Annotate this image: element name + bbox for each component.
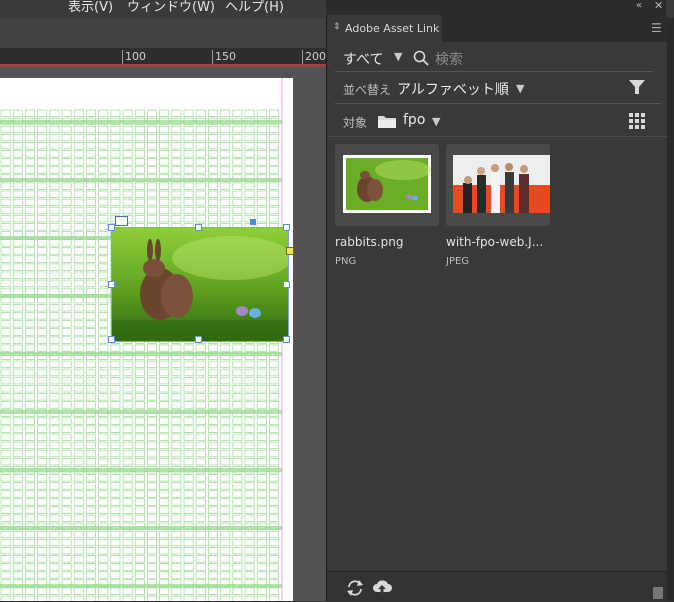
panel-tab[interactable]: ⇕ Adobe Asset Link [327, 15, 442, 42]
menu-view[interactable]: 表示(V) [68, 0, 113, 16]
asset-type: JPEG [446, 256, 470, 267]
document-canvas[interactable] [0, 67, 326, 601]
right-toolbar-edge [667, 18, 674, 601]
search-input[interactable]: 検索 [435, 49, 463, 69]
asset-name: with-fpo-web.J... [446, 235, 544, 249]
chevron-down-icon[interactable]: ▼ [432, 115, 440, 128]
menu-help[interactable]: ヘルプ(H) [225, 0, 284, 16]
resize-handle-bottom-left[interactable] [108, 336, 115, 343]
ruler-label-100: 100 [125, 50, 146, 63]
ruler-label-200: 200 [305, 50, 326, 63]
tab-arrows-icon: ⇕ [333, 22, 341, 32]
folder-icon [378, 116, 396, 128]
rabbits-image[interactable] [111, 227, 292, 342]
ruler-bleed-line [0, 64, 326, 66]
filter-type-dropdown[interactable]: すべて [343, 49, 383, 69]
resize-handle-bottom[interactable] [195, 336, 202, 343]
resize-handle-bottom-right[interactable] [283, 336, 290, 343]
search-icon[interactable] [413, 50, 429, 66]
asset-type: PNG [335, 256, 357, 267]
control-toolbar [0, 18, 326, 48]
corner-radius-handle[interactable] [286, 247, 294, 255]
asset-card[interactable] [446, 144, 550, 226]
ruler-label-150: 150 [215, 50, 236, 63]
sort-dropdown[interactable]: アルファベット順 [397, 79, 509, 99]
sort-label: 並べ替え [343, 83, 392, 97]
divider [335, 103, 661, 104]
panel-dock-bar: « ✕ [326, 0, 666, 15]
target-folder-dropdown[interactable]: fpo [403, 112, 425, 128]
ruler-tick [212, 50, 213, 64]
with-fpo-web-thumbnail [453, 155, 550, 213]
resize-handle-top-right[interactable] [283, 224, 290, 231]
link-badge-icon[interactable] [115, 216, 128, 226]
grid-view-icon[interactable] [629, 113, 645, 129]
resize-grip[interactable] [653, 587, 663, 599]
ruler-tick [302, 50, 303, 64]
rabbits-thumbnail [343, 155, 431, 213]
target-label: 対象 [343, 116, 368, 130]
collapse-icon[interactable]: « [636, 0, 642, 11]
asset-name: rabbits.png [335, 235, 404, 249]
chevron-down-icon[interactable]: ▼ [394, 50, 402, 63]
placed-image-frame[interactable] [108, 216, 294, 343]
panel-tab-bar: ⇕ Adobe Asset Link ☰ [327, 15, 667, 42]
divider [335, 71, 653, 72]
resize-handle-left[interactable] [108, 281, 115, 288]
menu-window[interactable]: ウィンドウ(W) [127, 0, 215, 16]
resize-handle-right[interactable] [283, 281, 290, 288]
asset-link-panel: ⇕ Adobe Asset Link ☰ すべて ▼ 検索 並べ替え アルファベ… [326, 15, 667, 602]
document-page[interactable] [0, 78, 294, 601]
divider [327, 136, 667, 137]
horizontal-ruler[interactable]: 100 150 200 [0, 48, 326, 67]
refresh-icon[interactable] [346, 579, 364, 597]
asset-card[interactable] [335, 144, 439, 226]
cloud-upload-icon[interactable] [372, 578, 392, 596]
hamburger-icon[interactable]: ☰ [651, 21, 662, 35]
panel-tab-title: Adobe Asset Link [345, 22, 440, 35]
funnel-icon[interactable] [629, 79, 645, 95]
panel-footer [327, 571, 667, 602]
content-grabber-handle[interactable] [250, 219, 256, 225]
resize-handle-top-left[interactable] [108, 224, 115, 231]
chevron-down-icon[interactable]: ▼ [516, 82, 524, 95]
close-icon[interactable]: ✕ [654, 0, 663, 12]
ruler-tick [122, 50, 123, 64]
resize-handle-top[interactable] [195, 224, 202, 231]
